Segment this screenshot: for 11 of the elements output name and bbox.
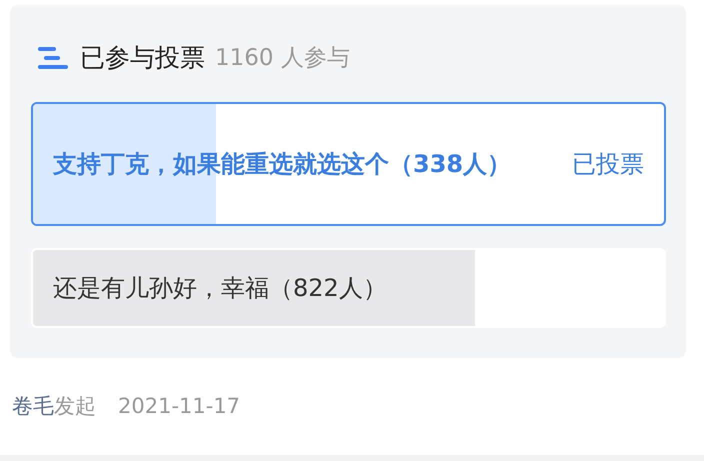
initiated-label: 发起 — [54, 393, 96, 420]
list-icon — [38, 46, 68, 68]
poll-option[interactable]: 支持丁克，如果能重选就选这个（338人） 已投票 — [31, 102, 666, 226]
poll-title: 已参与投票 — [80, 42, 205, 74]
author-name[interactable]: 卷毛 — [12, 392, 54, 420]
post-date: 2021-11-17 — [118, 394, 240, 418]
option-text: 还是有儿孙好，幸福（822人） — [52, 273, 388, 304]
voted-label: 已投票 — [572, 149, 645, 180]
poll-option[interactable]: 还是有儿孙好，幸福（822人） — [31, 248, 666, 328]
option-text: 支持丁克，如果能重选就选这个（338人） — [52, 149, 512, 180]
participant-count: 1160 人参与 — [215, 44, 350, 73]
